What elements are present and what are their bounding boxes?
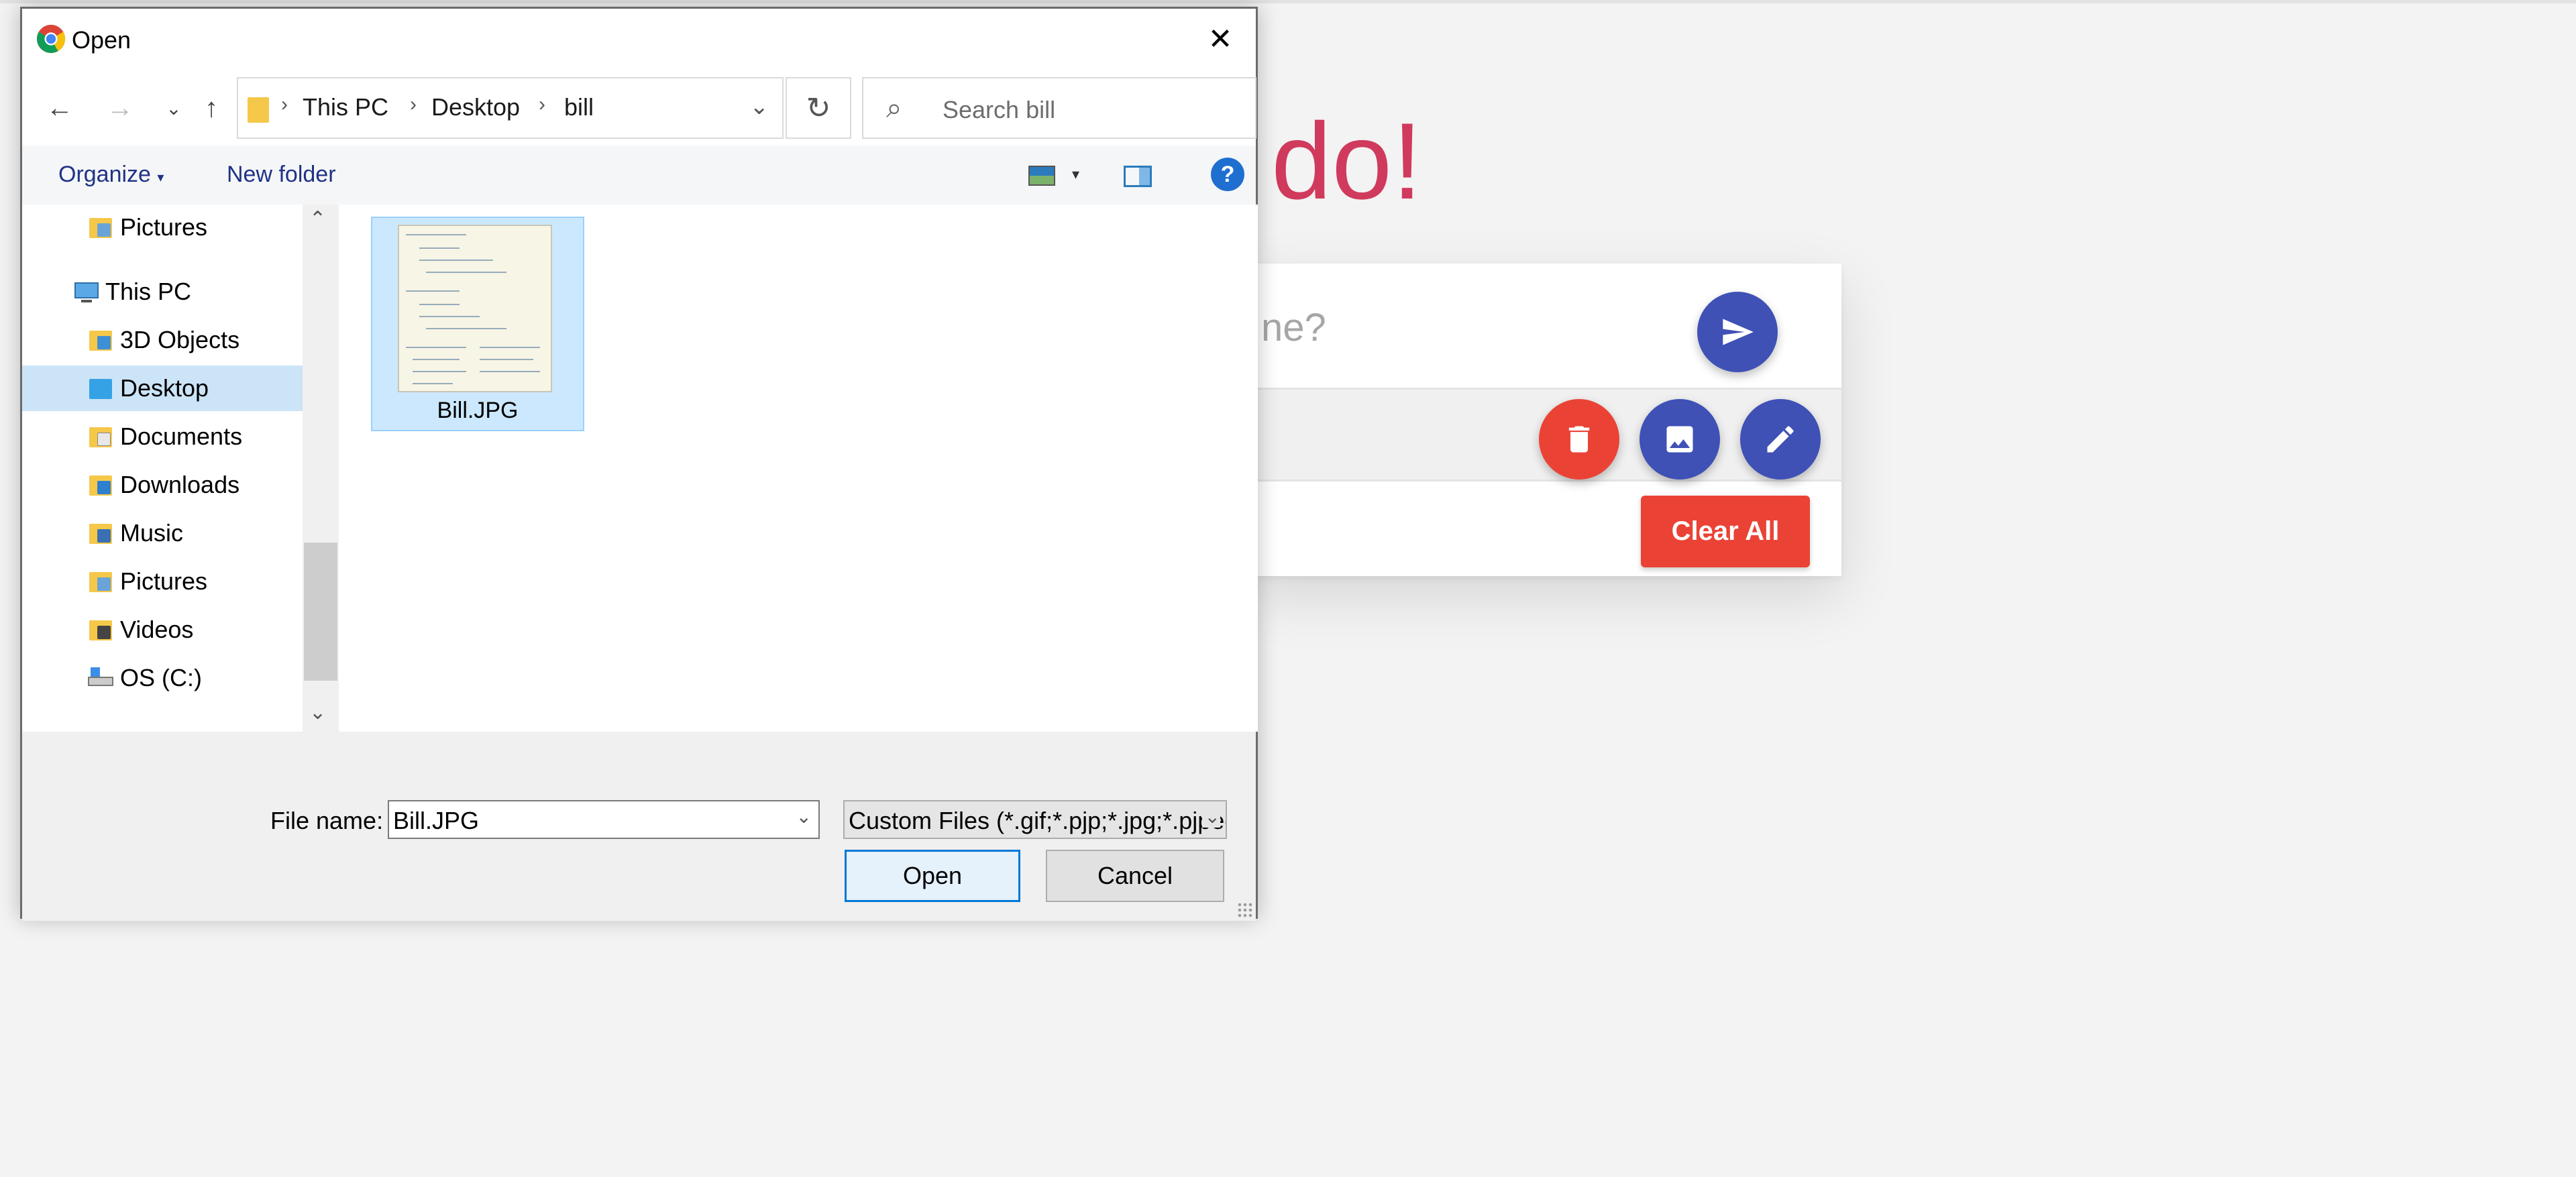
tree-item-label: Desktop (120, 374, 209, 402)
new-folder-button[interactable]: New folder (227, 162, 336, 188)
scroll-up-icon[interactable]: ⌃ (309, 207, 326, 231)
image-icon (1666, 426, 1693, 453)
tree-item-documents[interactable]: Documents (88, 414, 303, 459)
tree-item-label: OS (C:) (120, 664, 202, 691)
chevron-down-icon[interactable]: ⌄ (1201, 805, 1220, 828)
caret-down-icon[interactable]: ▾ (1072, 166, 1079, 183)
up-arrow-icon[interactable]: ↑ (193, 89, 230, 127)
todo-input-placeholder: ne? (1261, 306, 1326, 349)
downloads-folder-icon (88, 471, 115, 498)
pencil-icon (1767, 426, 1794, 453)
dialog-footer: File name: Bill.JPG ⌄ Custom Files (*.gi… (22, 732, 1256, 921)
tree-item-label: Videos (120, 616, 194, 643)
tree-item-label: Downloads (120, 471, 240, 498)
recent-locations-chevron-icon[interactable]: ⌄ (155, 89, 193, 127)
close-icon[interactable]: ✕ (1203, 22, 1237, 56)
app-title: do! (1271, 101, 1423, 222)
tree-item-this-pc[interactable]: This PC (73, 269, 303, 315)
send-button[interactable] (1697, 292, 1778, 372)
breadcrumb-this-pc[interactable]: This PC (303, 93, 388, 121)
help-icon[interactable]: ? (1211, 158, 1244, 191)
tree-item-desktop[interactable]: Desktop (22, 366, 303, 411)
file-type-select[interactable]: Custom Files (*.gif;*.pjp;*.jpg;*.pjpeg)… (843, 800, 1227, 839)
file-item[interactable]: Bill.JPG (371, 217, 584, 431)
drive-icon (88, 665, 115, 691)
scrollbar-thumb[interactable] (304, 543, 337, 681)
file-name-field-label: File name: (270, 807, 384, 834)
file-name-value: Bill.JPG (393, 807, 480, 834)
organize-menu[interactable]: Organize ▾ (58, 162, 164, 188)
scroll-down-icon[interactable]: ⌄ (309, 701, 326, 724)
caret-down-icon: ▾ (157, 170, 164, 185)
search-placeholder: Search bill (943, 96, 1056, 123)
address-dropdown-icon[interactable]: ⌄ (750, 93, 769, 120)
folder-icon (248, 97, 269, 123)
forward-arrow-icon[interactable]: → (101, 89, 139, 127)
pictures-folder-icon (88, 568, 115, 595)
page-top-border (0, 0, 2576, 3)
tree-scrollbar[interactable]: ⌃ ⌄ (303, 205, 339, 732)
file-list: Bill.JPG (339, 205, 1258, 732)
music-folder-icon (88, 520, 115, 547)
tree-item-os-c[interactable]: OS (C:) (88, 655, 303, 701)
tree-item-label: This PC (105, 278, 192, 305)
tree-item-label: Documents (120, 423, 243, 450)
tree-item-videos[interactable]: Videos (88, 607, 303, 653)
videos-folder-icon (88, 616, 115, 643)
search-icon: ⌕ (886, 92, 902, 123)
pictures-folder-icon (88, 214, 115, 241)
computer-icon (73, 278, 100, 305)
navigation-tree: Pictures This PC 3D Objects Desktop Docu… (22, 205, 303, 732)
cancel-button[interactable]: Cancel (1046, 850, 1224, 902)
file-open-dialog: Open ✕ ← → ⌄ ↑ › This PC › Desktop › bil… (20, 7, 1258, 921)
tree-item-label: Pictures (120, 213, 208, 241)
dialog-title: Open (72, 26, 131, 54)
file-type-value: Custom Files (*.gif;*.pjp;*.jpg;*.pjpeg) (849, 807, 1227, 834)
delete-button[interactable] (1539, 399, 1619, 480)
chevron-down-icon[interactable]: ⌄ (796, 805, 812, 828)
chevron-right-icon[interactable]: › (281, 93, 288, 116)
file-name-field[interactable]: Bill.JPG ⌄ (388, 800, 820, 839)
refresh-icon[interactable]: ↻ (786, 77, 851, 139)
chevron-right-icon[interactable]: › (539, 93, 545, 116)
send-icon (1723, 319, 1754, 345)
tree-item-music[interactable]: Music (88, 510, 303, 556)
dialog-toolbar: Organize ▾ New folder ▾ ? (22, 146, 1256, 205)
organize-label: Organize (58, 162, 151, 187)
change-view-icon[interactable] (1028, 166, 1055, 186)
preview-pane-icon[interactable] (1124, 166, 1152, 187)
resize-grip-icon[interactable] (1237, 902, 1253, 918)
desktop-folder-icon (88, 375, 115, 402)
documents-folder-icon (88, 423, 115, 450)
tree-item-downloads[interactable]: Downloads (88, 462, 303, 508)
3d-objects-folder-icon (88, 327, 115, 353)
add-image-button[interactable] (1640, 399, 1720, 480)
file-thumbnail (398, 225, 552, 392)
tree-item-label: 3D Objects (120, 326, 240, 353)
chrome-icon (36, 24, 66, 54)
trash-icon (1568, 426, 1590, 453)
breadcrumb-desktop[interactable]: Desktop (431, 93, 520, 121)
breadcrumb-bill[interactable]: bill (564, 93, 594, 121)
search-input[interactable]: ⌕ Search bill (862, 77, 1256, 139)
open-button[interactable]: Open (845, 850, 1020, 902)
tree-item-label: Pictures (120, 567, 208, 595)
edit-button[interactable] (1740, 399, 1821, 480)
navigation-bar: ← → ⌄ ↑ › This PC › Desktop › bill ⌄ ↻ ⌕… (22, 70, 1256, 146)
tree-item-label: Music (120, 519, 184, 547)
dialog-titlebar: Open ✕ (22, 9, 1256, 70)
clear-all-button[interactable]: Clear All (1641, 496, 1810, 567)
tree-item-3d-objects[interactable]: 3D Objects (88, 317, 303, 363)
file-name-label: Bill.JPG (437, 398, 519, 423)
back-arrow-icon[interactable]: ← (41, 89, 78, 127)
tree-item-pictures-top[interactable]: Pictures (88, 205, 303, 250)
chevron-right-icon[interactable]: › (410, 93, 417, 116)
tree-item-pictures[interactable]: Pictures (88, 559, 303, 604)
address-bar[interactable]: › This PC › Desktop › bill ⌄ (237, 77, 784, 139)
